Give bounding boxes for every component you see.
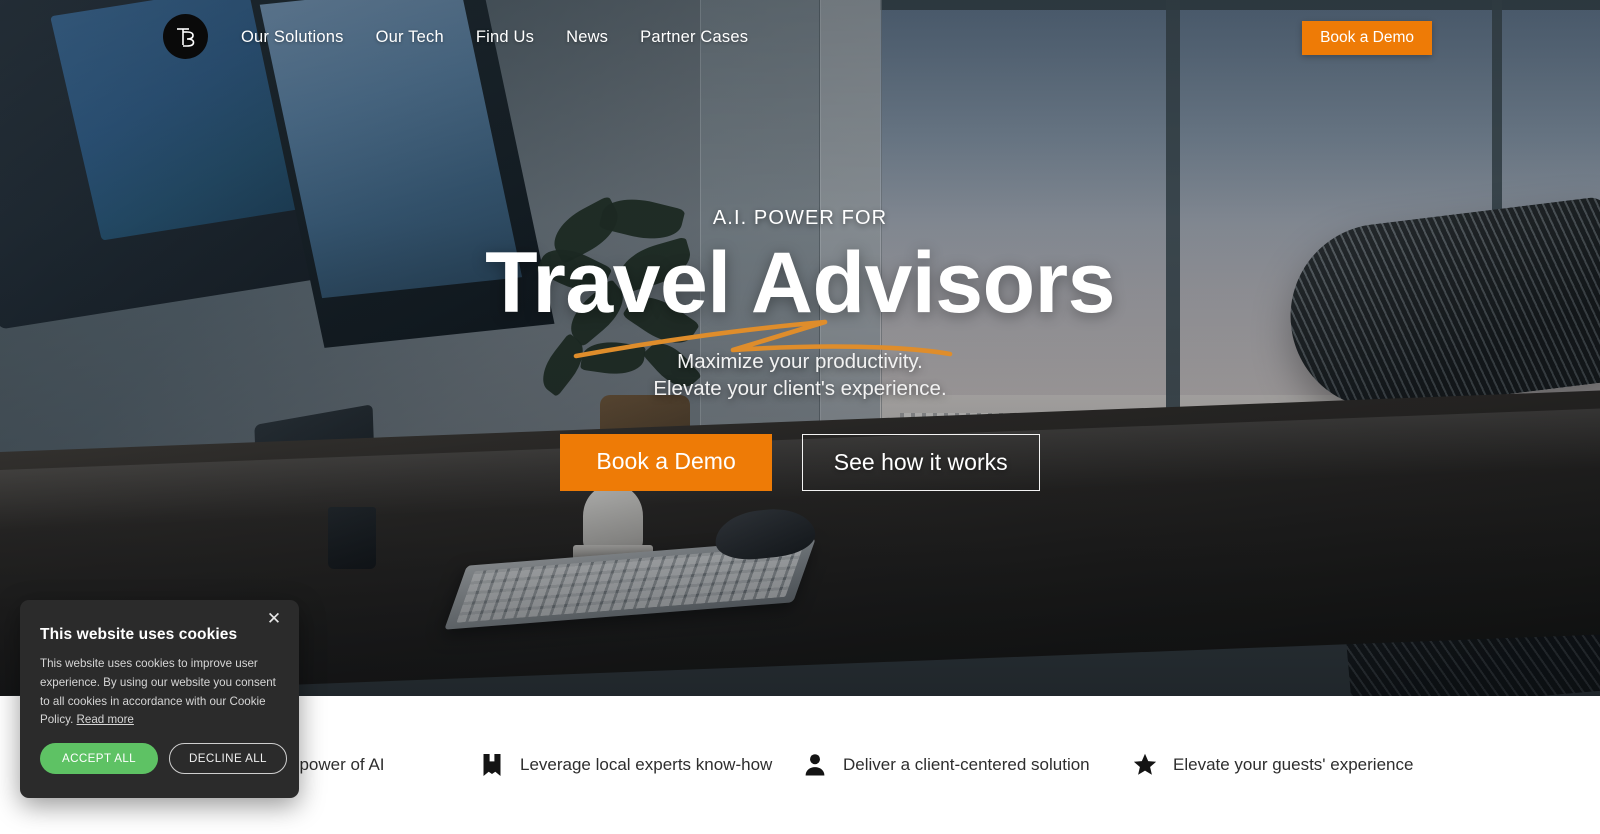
tb-monogram-icon (177, 28, 195, 47)
person-icon (805, 754, 825, 776)
hero-subtitle-line-2: Elevate your client's experience. (653, 377, 947, 401)
nav-link-our-tech[interactable]: Our Tech (376, 28, 444, 47)
feature-label-local-experts: Leverage local experts know-how (520, 754, 773, 774)
cookie-consent-banner: ✕ This website uses cookies This website… (20, 600, 299, 798)
hero-book-demo-button[interactable]: Book a Demo (560, 434, 772, 492)
nav-link-our-solutions[interactable]: Our Solutions (241, 28, 344, 47)
nav-link-partner-cases[interactable]: Partner Cases (640, 28, 748, 47)
hero-subtitle: Maximize your productivity. Elevate your… (653, 348, 946, 402)
hero-button-group: Book a Demo See how it works (560, 434, 1040, 492)
book-icon (483, 754, 501, 776)
brand-logo[interactable] (163, 14, 208, 59)
hero-eyebrow: A.I. POWER FOR (712, 207, 888, 229)
cookie-banner-title: This website uses cookies (40, 626, 238, 643)
nav-link-news[interactable]: News (566, 28, 608, 47)
cookie-banner-body: This website uses cookies to improve use… (40, 655, 279, 730)
feature-item-client-centered: Deliver a client-centered solution (803, 752, 1113, 778)
feature-label-guest-experience: Elevate your guests' experience (1173, 754, 1414, 774)
top-navigation-bar: Our Solutions Our Tech Find Us News Part… (0, 0, 1600, 74)
cookie-read-more-link[interactable]: Read more (77, 713, 134, 726)
feature-item-guest-experience: Elevate your guests' experience (1133, 752, 1453, 778)
cookie-banner-text: This website uses cookies to improve use… (40, 657, 276, 727)
close-icon[interactable]: ✕ (263, 608, 285, 630)
hero-content: A.I. POWER FOR Travel Advisors Maximize … (0, 0, 1600, 696)
hero-headline-wrap: Travel Advisors (485, 235, 1115, 359)
nav-links: Our Solutions Our Tech Find Us News Part… (241, 0, 780, 74)
star-icon (1133, 753, 1157, 775)
cookie-banner-buttons: ACCEPT ALL DECLINE ALL (40, 743, 287, 775)
decline-all-button[interactable]: DECLINE ALL (169, 743, 287, 775)
page-root: Our Solutions Our Tech Find Us News Part… (0, 0, 1600, 834)
nav-link-find-us[interactable]: Find Us (476, 28, 534, 47)
feature-item-local-experts: Leverage local experts know-how (480, 752, 780, 778)
nav-book-demo-button[interactable]: Book a Demo (1302, 21, 1432, 55)
hero-headline: Travel Advisors (485, 235, 1115, 331)
hero-subtitle-line-1: Maximize your productivity. (677, 350, 923, 374)
accept-all-button[interactable]: ACCEPT ALL (40, 743, 159, 775)
hero-see-how-it-works-button[interactable]: See how it works (801, 434, 1040, 492)
feature-label-client-centered: Deliver a client-centered solution (843, 754, 1090, 774)
